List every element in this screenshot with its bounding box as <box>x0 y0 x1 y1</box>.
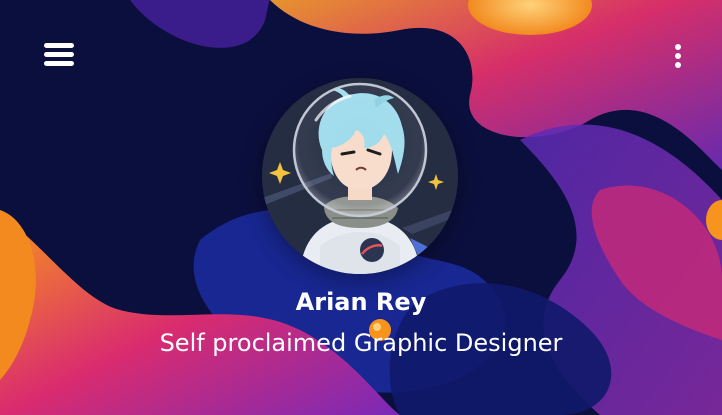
menu-button[interactable] <box>42 40 76 70</box>
profile-name: Arian Rey <box>295 288 427 316</box>
profile-card: Arian Rey Self proclaimed Graphic Design… <box>0 0 722 415</box>
avatar <box>262 78 458 274</box>
hamburger-line <box>44 52 74 57</box>
astronaut-avatar-illustration <box>262 78 458 274</box>
kebab-menu-icon <box>675 44 681 50</box>
profile-tagline: Self proclaimed Graphic Designer <box>159 329 563 357</box>
hamburger-line <box>44 61 74 66</box>
kebab-dot <box>675 53 681 59</box>
more-options-button[interactable] <box>668 40 688 72</box>
hamburger-menu-icon <box>44 43 74 48</box>
kebab-dot <box>675 62 681 68</box>
